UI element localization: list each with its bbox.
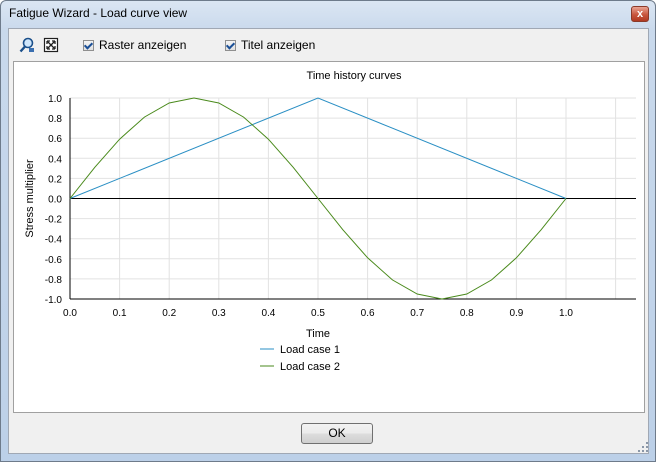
title-checkbox-label: Titel anzeigen <box>241 38 316 52</box>
legend-label: Load case 1 <box>280 344 340 356</box>
y-tick-label: -1.0 <box>45 295 63 306</box>
close-button[interactable]: x <box>631 6 649 22</box>
fatigue-wizard-window: Fatigue Wizard - Load curve view x Raste… <box>0 0 656 462</box>
title-checkbox-box[interactable] <box>225 39 236 51</box>
y-tick-label: -0.6 <box>45 255 63 266</box>
x-tick-label: 1.0 <box>559 308 573 319</box>
title-checkbox[interactable]: Titel anzeigen <box>225 37 315 53</box>
x-tick-label: 0.5 <box>311 308 325 319</box>
y-tick-label: 0.8 <box>48 114 62 125</box>
x-tick-label: 0.4 <box>261 308 275 319</box>
y-tick-label: 1.0 <box>48 94 62 105</box>
y-tick-label: 0.0 <box>48 195 62 206</box>
x-tick-label: 0.8 <box>460 308 474 319</box>
x-tick-label: 0.6 <box>361 308 375 319</box>
x-tick-label: 0.2 <box>162 308 176 319</box>
y-tick-label: 0.6 <box>48 134 62 145</box>
x-axis-label: Time <box>306 328 330 340</box>
chart-panel: 0.0 0.1 0.2 0.3 0.4 0.5 0.6 0.7 0.8 0.9 1.0 1.0 0.8 0… <box>13 61 645 413</box>
load-curve-chart: 0.0 0.1 0.2 0.3 0.4 0.5 0.6 0.7 0.8 0.9 1.0 1.0 0.8 0… <box>24 70 636 373</box>
title-bar[interactable]: Fatigue Wizard - Load curve view x <box>1 1 655 27</box>
y-tick-label: 0.4 <box>48 154 62 165</box>
x-tick-label: 0.7 <box>410 308 424 319</box>
chart-title: Time history curves <box>307 70 402 82</box>
ok-button[interactable]: OK <box>301 423 373 444</box>
client-area: Raster anzeigen Titel anzeigen 0.0 0.1 0.2… <box>8 28 649 454</box>
y-tick-label: -0.2 <box>45 215 63 226</box>
y-tick-label: 0.2 <box>48 174 62 185</box>
raster-checkbox[interactable]: Raster anzeigen <box>83 37 186 53</box>
fit-view-icon[interactable] <box>43 37 59 53</box>
zoom-icon[interactable] <box>19 37 35 53</box>
x-tick-label: 0.0 <box>63 308 77 319</box>
y-axis-label: Stress multiplier <box>24 159 36 238</box>
y-tick-label: -0.4 <box>45 235 63 246</box>
x-tick-label: 0.9 <box>509 308 523 319</box>
x-tick-label: 0.3 <box>212 308 226 319</box>
window-title: Fatigue Wizard - Load curve view <box>9 6 188 20</box>
y-tick-label: -0.8 <box>45 275 63 286</box>
raster-checkbox-label: Raster anzeigen <box>99 38 187 52</box>
legend-label: Load case 2 <box>280 361 340 373</box>
resize-grip-icon[interactable] <box>637 441 649 453</box>
x-tick-label: 0.1 <box>113 308 127 319</box>
raster-checkbox-box[interactable] <box>83 39 94 51</box>
